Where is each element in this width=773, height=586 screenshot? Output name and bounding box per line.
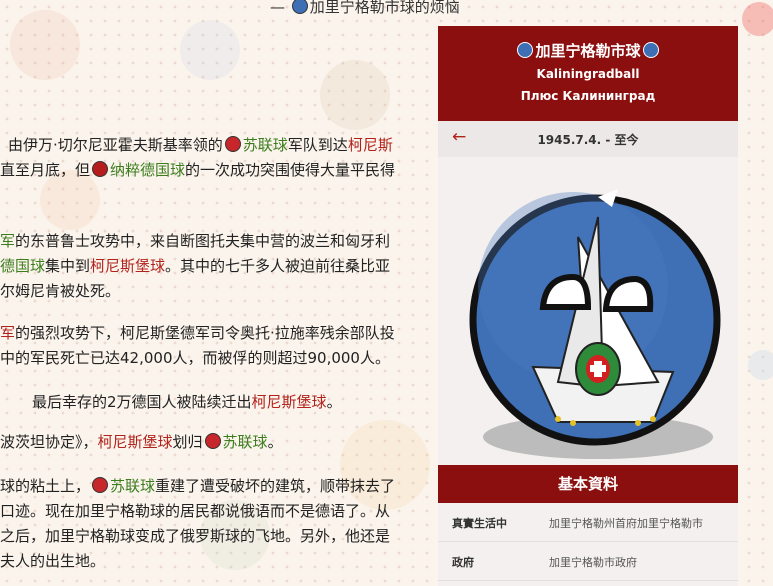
- soviet-ball-icon: [204, 433, 221, 449]
- infobox: 加里宁格勒市球 Kaliningradball Плюс Калининград…: [438, 26, 738, 586]
- text: 军队到达: [287, 136, 348, 154]
- text: 波茨坦协定》，: [0, 433, 98, 451]
- link-army[interactable]: 军: [0, 232, 15, 250]
- link-konigsberg[interactable]: 柯尼斯: [348, 136, 393, 154]
- soviet-ball-icon: [224, 136, 241, 152]
- background-countryball: [10, 10, 80, 80]
- text: 。: [267, 433, 283, 451]
- paragraph-line: 最后幸存的2万德国人被陆续迁出柯尼斯堡球。: [32, 391, 342, 414]
- background-countryball: [748, 350, 773, 380]
- nazi-germany-ball-icon: [92, 161, 109, 177]
- infobox-value: 加里宁格勒州首府加里宁格勒市: [549, 517, 703, 530]
- right-sidebar-edge: [738, 0, 773, 583]
- paragraph-line: 中的军民死亡已达42,000人，而被俘的则超过90,000人。: [0, 347, 390, 370]
- kaliningrad-ball-icon: [642, 42, 659, 58]
- link-soviet-union[interactable]: 苏联球: [110, 477, 155, 495]
- background-countryball: [320, 60, 390, 130]
- text: 。: [326, 393, 342, 411]
- infobox-key: 真實生活中: [452, 517, 507, 530]
- paragraph-line: 尔姆尼肯被处死。: [0, 280, 120, 303]
- paragraph-line: 军的强烈攻势下，柯尼斯堡德军司令奥托·拉施率残余部队投: [0, 322, 395, 345]
- paragraph-line: 口迹。现在加里宁格勒球的居民都说俄语而不是德语了。从: [0, 500, 390, 523]
- infobox-date-row: ← 1945.7.4. - 至今: [438, 121, 738, 157]
- soviet-ball-icon: [92, 477, 109, 493]
- text: 球的粘土上，: [0, 477, 91, 495]
- text: 中的军民死亡已达42,000人，而被俘的则超过90,000人。: [0, 349, 390, 367]
- kaliningrad-ball-illustration: [469, 189, 721, 459]
- infobox-key: 政府: [452, 556, 474, 569]
- text: 直至月底，但: [0, 161, 91, 179]
- kaliningrad-ball-icon: [517, 42, 534, 58]
- page-title-text: 加里宁格勒市球的烦恼: [309, 0, 460, 16]
- infobox-row-government: 政府 加里宁格勒市政府: [438, 542, 738, 581]
- infobox-date: 1945.7.4. - 至今: [537, 133, 639, 147]
- text: 口迹。现在加里宁格勒球的居民都说俄语而不是德语了。从: [0, 502, 391, 520]
- kaliningrad-ball-icon: [291, 0, 308, 14]
- infobox-title-text: 加里宁格勒市球: [535, 42, 641, 60]
- link-konigsberg[interactable]: 柯尼斯堡球: [252, 393, 327, 411]
- page-title: — 加里宁格勒市球的烦恼: [270, 0, 460, 17]
- paragraph-line: 之后，加里宁格勒球变成了俄罗斯球的飞地。另外，他还是: [0, 525, 390, 548]
- paragraph-line: 直至月底，但 纳粹德国球的一次成功突围使得大量平民得: [0, 159, 395, 182]
- link-army[interactable]: 军: [0, 324, 15, 342]
- text: 的强烈攻势下，柯尼斯堡德军司令奥托·拉施率残余部队投: [15, 324, 395, 342]
- paragraph-line: 由伊万·切尔尼亚霍夫斯基率领的 苏联球军队到达柯尼斯: [8, 134, 393, 157]
- infobox-section-title: 基本資料: [438, 465, 738, 503]
- paragraph-line: 军的东普鲁士攻势中，来自断图托夫集中营的波兰和匈牙利: [0, 230, 390, 253]
- text: 由伊万·切尔尼亚霍夫斯基率领的: [8, 136, 223, 154]
- text: 尔姆尼肯被处死。: [0, 282, 121, 300]
- link-soviet-union[interactable]: 苏联球: [223, 433, 268, 451]
- text: 集中到: [45, 257, 91, 275]
- link-germany[interactable]: 德国球: [0, 257, 45, 275]
- text: 。其中的七千多人被迫前往桑比亚: [165, 257, 391, 275]
- infobox-value: 加里宁格勒市政府: [549, 556, 637, 569]
- infobox-subtitle-cyrillic: Плюс Калининград: [520, 89, 656, 103]
- paragraph-line: 球的粘土上， 苏联球重建了遭受破坏的建筑，顺带抹去了: [0, 475, 395, 498]
- text: 的东普鲁士攻势中，来自断图托夫集中营的波兰和匈牙利: [15, 232, 391, 250]
- link-soviet-union[interactable]: 苏联球: [243, 136, 288, 154]
- infobox-row-real-life: 真實生活中 加里宁格勒州首府加里宁格勒市: [438, 503, 738, 542]
- paragraph-line: 波茨坦协定》，柯尼斯堡球划归 苏联球。: [0, 431, 283, 454]
- link-konigsberg[interactable]: 柯尼斯堡球: [98, 433, 173, 451]
- link-nazi-germany[interactable]: 纳粹德国球: [110, 161, 185, 179]
- background-countryball: [180, 20, 240, 80]
- text: 之后，加里宁格勒球变成了俄罗斯球的飞地。另外，他还是: [0, 527, 391, 545]
- paragraph-line: 德国球集中到柯尼斯堡球。其中的七千多人被迫前往桑比亚: [0, 255, 390, 278]
- text: 最后幸存的2万德国人被陆续迁出: [32, 393, 252, 411]
- infobox-header: 加里宁格勒市球 Kaliningradball Плюс Калининград: [438, 26, 738, 121]
- title-dash: —: [270, 0, 285, 16]
- background-countryball: [742, 2, 773, 36]
- infobox-subtitle-latin: Kaliningradball: [536, 67, 640, 81]
- infobox-title: 加里宁格勒市球: [438, 26, 738, 61]
- text: 重建了遭受破坏的建筑，顺带抹去了: [155, 477, 396, 495]
- text: 的一次成功突围使得大量平民得: [185, 161, 396, 179]
- text: 划归: [172, 433, 203, 451]
- text: 夫人的出生地。: [0, 552, 106, 570]
- link-konigsberg[interactable]: 柯尼斯堡球: [90, 257, 165, 275]
- paragraph-line: 夫人的出生地。: [0, 550, 105, 573]
- kaliningrad-ball-image: [438, 157, 738, 462]
